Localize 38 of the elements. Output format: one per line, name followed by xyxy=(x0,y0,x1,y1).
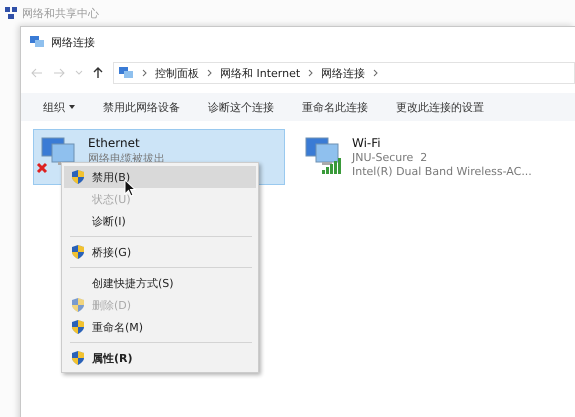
toolbar-button[interactable]: 诊断这个连接 xyxy=(198,93,284,121)
chevron-icon xyxy=(373,69,378,77)
menu-item[interactable]: 属性(R) xyxy=(64,347,256,369)
address-bar[interactable]: 控制面板 网络和 Internet 网络连接 xyxy=(113,62,575,84)
shield-icon xyxy=(70,297,86,313)
menu-item[interactable]: 禁用(B) xyxy=(64,166,256,188)
toolbar-button[interactable]: 更改此连接的设置 xyxy=(386,93,494,121)
menu-item[interactable]: 重命名(M) xyxy=(64,316,256,338)
caret-icon[interactable] xyxy=(75,70,83,76)
shield-icon xyxy=(70,319,86,335)
connection-name: Wi-Fi xyxy=(352,136,382,150)
connection-status: JNU-Secure 2 xyxy=(352,151,428,164)
network-icon xyxy=(118,66,134,80)
breadcrumb[interactable]: 控制面板 xyxy=(155,66,199,80)
menu-item[interactable]: 桥接(G) xyxy=(64,241,256,263)
window-title: 网络和共享中心 xyxy=(22,6,99,20)
chevron-icon xyxy=(142,69,147,77)
menu-item[interactable]: 创建快捷方式(S) xyxy=(64,272,256,294)
shield-icon xyxy=(70,169,86,185)
menu-item[interactable]: 诊断(I) xyxy=(64,210,256,232)
breadcrumb[interactable]: 网络连接 xyxy=(321,66,366,80)
connection-tile[interactable]: Wi-Fi JNU-Secure 2 Intel(R) Dual Band Wireless-AC... xyxy=(297,129,549,185)
adapter-name: Intel(R) Dual Band Wireless-AC... xyxy=(352,165,532,178)
breadcrumb[interactable]: 网络和 Internet xyxy=(220,66,300,80)
shield-icon xyxy=(70,244,86,260)
shield-icon xyxy=(70,350,86,366)
forward-arrow-icon[interactable] xyxy=(53,68,65,78)
chevron-icon xyxy=(308,69,314,77)
chevron-icon xyxy=(207,69,212,77)
up-arrow-icon[interactable] xyxy=(93,67,103,79)
toolbar-button[interactable]: 禁用此网络设备 xyxy=(93,93,190,121)
network-icon xyxy=(29,35,45,49)
toolbar-button[interactable]: 组织 xyxy=(33,93,85,121)
toolbar-button[interactable]: 重命名此连接 xyxy=(292,93,378,121)
network-icon xyxy=(4,6,18,20)
window-title: 网络连接 xyxy=(51,34,95,50)
connection-name: Ethernet xyxy=(88,136,141,150)
back-arrow-icon[interactable] xyxy=(31,68,43,78)
